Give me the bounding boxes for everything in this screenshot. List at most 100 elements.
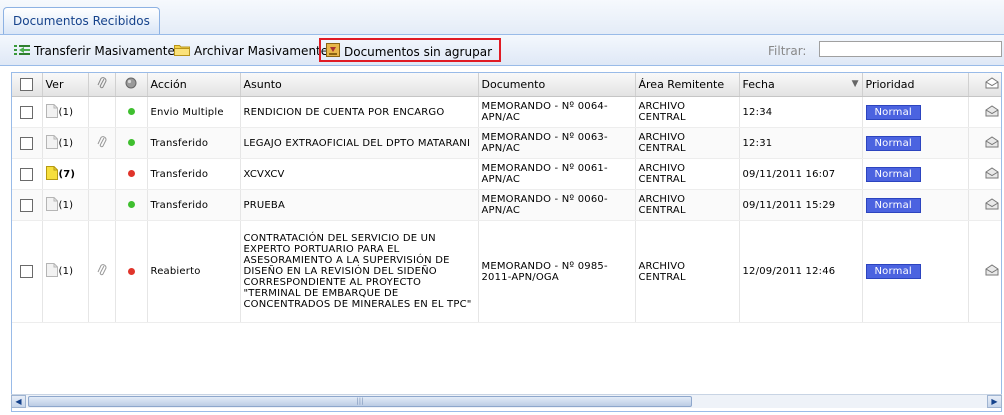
grid-header-row: Ver Acción Asunto Documento Área Remiten… [12, 73, 1001, 97]
ver-cell[interactable]: (1) [42, 189, 89, 221]
document-icon[interactable] [45, 134, 58, 152]
status-dot-icon [127, 267, 135, 275]
status-dot-icon [127, 170, 135, 177]
mail-cell[interactable] [968, 220, 1001, 323]
column-header-attachment[interactable] [88, 73, 116, 97]
fecha-header-label: Fecha [742, 78, 775, 91]
column-header-accion[interactable]: Acción [147, 73, 241, 97]
envelope-open-icon[interactable] [985, 197, 999, 213]
column-header-fecha[interactable]: Fecha ▼ [739, 73, 863, 97]
version-count: (7) [58, 168, 76, 180]
select-all-checkbox-cell[interactable] [12, 73, 43, 97]
priority-badge: Normal [865, 166, 921, 182]
scroll-thumb[interactable]: ||| [28, 396, 692, 407]
column-header-mail[interactable] [968, 73, 1001, 97]
table-row[interactable]: (1) Transferido LEGAJO EXTRAOFICIAL DEL DP… [12, 127, 1001, 159]
column-header-asunto[interactable]: Asunto [240, 73, 479, 97]
accion-cell: Transferido [147, 189, 241, 221]
fecha-cell: 12:31 [739, 127, 863, 159]
documento-cell: MEMORANDO - Nº 0064-APN/AC [478, 96, 636, 128]
area-cell: ARCHIVO CENTRAL [635, 220, 740, 323]
document-yellow-icon[interactable] [45, 165, 58, 183]
accion-cell: Reabierto [147, 220, 241, 323]
priority-badge: Normal [865, 197, 921, 213]
area-cell: ARCHIVO CENTRAL [635, 158, 740, 190]
status-dot-icon [127, 201, 135, 208]
fecha-cell: 12/09/2011 12:46 [739, 220, 863, 323]
paperclip-icon[interactable] [97, 264, 107, 280]
mail-cell[interactable] [968, 127, 1001, 159]
select-all-checkbox[interactable] [20, 78, 34, 92]
scroll-left-arrow[interactable]: ◀ [11, 395, 26, 408]
table-row[interactable]: (1) Reabierto CONTRATACIÓN DEL SERVICIO DE… [12, 220, 1001, 323]
horizontal-scrollbar[interactable]: ◀ ||| ▶ [11, 394, 1002, 408]
mail-icon [985, 77, 999, 92]
row-checkbox[interactable] [20, 167, 34, 181]
column-header-status[interactable] [115, 73, 148, 97]
scroll-right-arrow[interactable]: ▶ [987, 395, 1002, 408]
toolbar: Transferir Masivamente Archivar Masivame… [0, 35, 1004, 66]
filter-label: Filtrar: [768, 44, 807, 58]
filter-input[interactable] [819, 41, 1002, 57]
envelope-open-icon[interactable] [985, 135, 999, 151]
version-count: (1) [58, 106, 74, 118]
row-checkbox[interactable] [20, 265, 34, 278]
row-checkbox[interactable] [20, 136, 34, 150]
row-checkbox[interactable] [20, 105, 34, 119]
row-checkbox-cell[interactable] [12, 96, 43, 128]
ver-cell[interactable]: (1) [42, 96, 89, 128]
fecha-cell: 09/11/2011 15:29 [739, 189, 863, 221]
status-dot-icon [127, 108, 135, 115]
column-header-documento[interactable]: Documento [478, 73, 636, 97]
envelope-open-icon[interactable] [985, 104, 999, 120]
documents-grid: Ver Acción Asunto Documento Área Remiten… [11, 72, 1002, 412]
paperclip-icon [97, 77, 107, 93]
attachment-cell [88, 158, 116, 190]
envelope-open-icon[interactable] [985, 264, 999, 279]
asunto-cell: XCVXCV [240, 158, 479, 190]
row-checkbox-cell[interactable] [12, 220, 43, 323]
asunto-cell: CONTRATACIÓN DEL SERVICIO DE UN EXPERTO … [240, 220, 479, 323]
status-icon [125, 77, 137, 92]
row-checkbox-cell[interactable] [12, 127, 43, 159]
archive-massive-button[interactable]: Archivar Masivamente [174, 42, 328, 60]
ver-cell[interactable]: (1) [42, 220, 89, 323]
table-row[interactable]: (7) Transferido XCVXCV MEMORANDO - Nº 0061-… [12, 158, 1001, 190]
mail-cell[interactable] [968, 158, 1001, 190]
document-icon[interactable] [45, 263, 58, 280]
table-row[interactable]: (1) Transferido PRUEBA MEMORANDO - Nº 0060-… [12, 189, 1001, 221]
column-header-area[interactable]: Área Remitente [635, 73, 740, 97]
ver-cell[interactable]: (7) [42, 158, 89, 190]
document-icon[interactable] [45, 103, 58, 121]
ungroup-icon [326, 41, 340, 65]
document-icon[interactable] [45, 196, 58, 214]
status-cell [115, 96, 148, 128]
version-count: (1) [58, 199, 74, 211]
column-header-ver[interactable]: Ver [42, 73, 89, 97]
version-count: (1) [58, 266, 74, 277]
table-row[interactable]: (1) Envio Multiple RENDICION DE CUENTA POR… [12, 96, 1001, 128]
fecha-cell: 09/11/2011 16:07 [739, 158, 863, 190]
attachment-cell[interactable] [88, 127, 116, 159]
ver-cell[interactable]: (1) [42, 127, 89, 159]
transfer-massive-button[interactable]: Transferir Masivamente [14, 42, 175, 60]
tab-documentos-recibidos[interactable]: Documentos Recibidos [3, 7, 160, 34]
row-checkbox-cell[interactable] [12, 189, 43, 221]
mail-cell[interactable] [968, 96, 1001, 128]
accion-cell: Transferido [147, 127, 241, 159]
ungrouped-documents-button[interactable]: Documentos sin agrupar [319, 38, 501, 62]
paperclip-icon[interactable] [97, 135, 107, 152]
status-cell [115, 158, 148, 190]
attachment-cell[interactable] [88, 220, 116, 323]
row-checkbox-cell[interactable] [12, 158, 43, 190]
status-cell [115, 127, 148, 159]
prioridad-cell: Normal [862, 158, 969, 190]
accion-cell: Envio Multiple [147, 96, 241, 128]
attachment-cell [88, 189, 116, 221]
envelope-open-icon[interactable] [985, 166, 999, 182]
mail-cell[interactable] [968, 189, 1001, 221]
row-checkbox[interactable] [20, 198, 34, 212]
version-count: (1) [58, 137, 74, 149]
area-cell: ARCHIVO CENTRAL [635, 189, 740, 221]
column-header-prioridad[interactable]: Prioridad [862, 73, 969, 97]
